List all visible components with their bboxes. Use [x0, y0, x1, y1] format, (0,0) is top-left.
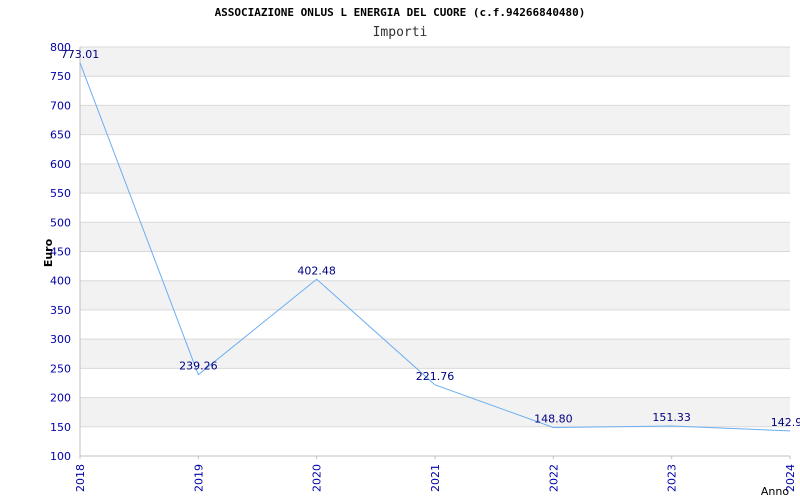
y-tick-label: 400: [50, 275, 71, 288]
data-label: 151.33: [652, 411, 691, 424]
y-tick-label: 700: [50, 99, 71, 112]
plot-band: [80, 280, 790, 310]
plot-area: 1001502002503003504004505005506006507007…: [42, 41, 800, 498]
x-axis-label: Anno: [761, 485, 789, 498]
data-label: 148.80: [534, 412, 573, 425]
y-tick-label: 600: [50, 158, 71, 171]
y-tick-label: 750: [50, 70, 71, 83]
y-tick-label: 250: [50, 362, 71, 375]
y-tick-label: 550: [50, 187, 71, 200]
plot-band: [80, 426, 790, 456]
x-tick-label: 2018: [74, 464, 87, 492]
plot-band: [80, 222, 790, 252]
plot-band: [80, 76, 790, 106]
y-tick-label: 100: [50, 450, 71, 463]
data-label: 773.01: [61, 48, 100, 61]
y-tick-label: 200: [50, 392, 71, 405]
plot-band: [80, 163, 790, 194]
data-label: 239.26: [179, 360, 218, 373]
plot-band: [80, 134, 790, 164]
x-tick-label: 2019: [192, 464, 205, 492]
data-label: 221.76: [416, 370, 455, 383]
y-tick-label: 350: [50, 304, 71, 317]
chart: ASSOCIAZIONE ONLUS L ENERGIA DEL CUORE (…: [0, 0, 800, 500]
y-tick-label: 150: [50, 421, 71, 434]
plot-band: [80, 105, 790, 135]
plot-band: [80, 47, 790, 77]
x-tick-label: 2021: [429, 464, 442, 492]
x-tick-label: 2022: [547, 464, 560, 492]
y-tick-label: 500: [50, 216, 71, 229]
plot-band: [80, 251, 790, 281]
y-tick-label: 650: [50, 129, 71, 142]
plot-band: [80, 309, 790, 340]
plot-band: [80, 193, 790, 223]
x-tick-label: 2023: [666, 464, 679, 492]
data-label: 142.93: [771, 416, 800, 429]
y-axis-label: Euro: [42, 238, 55, 267]
x-tick-label: 2020: [311, 464, 324, 492]
data-label: 402.48: [297, 264, 336, 277]
y-tick-label: 300: [50, 333, 71, 346]
